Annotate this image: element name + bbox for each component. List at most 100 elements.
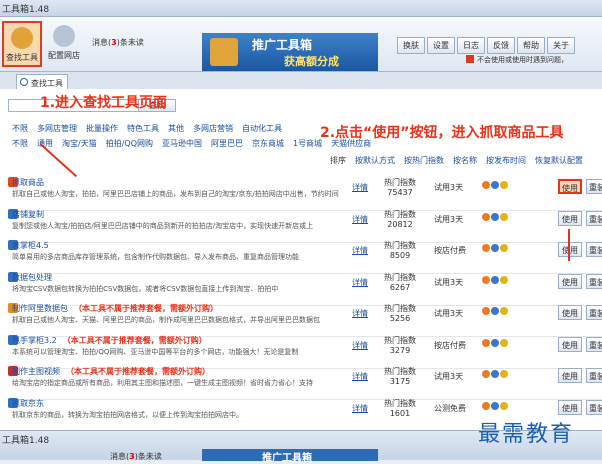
tool-note: （本工具不属于推荐套餐，需额外订购）	[62, 335, 207, 345]
tmall-icon	[500, 370, 508, 378]
close-icon[interactable]	[466, 55, 474, 63]
cat1-featured[interactable]: 特色工具	[127, 124, 159, 133]
reinstall-button[interactable]: 重装	[586, 368, 602, 383]
hot-index: 热门指数 75437	[377, 177, 423, 197]
use-button[interactable]: 使用	[558, 273, 582, 289]
reinstall-button[interactable]: 重装	[586, 210, 602, 226]
hot-index: 热门指数 8509	[377, 240, 423, 260]
tool-name[interactable]: 抓取商品	[12, 177, 50, 188]
tool-name[interactable]: 制作阿里数据包 （本工具不属于推荐套餐，需额外订购）	[12, 303, 218, 314]
detail-link[interactable]: 详情	[352, 308, 368, 319]
cat2-alibaba[interactable]: 阿里巴巴	[211, 139, 243, 148]
promo-banner[interactable]: 推广工具箱 获高额分成	[202, 33, 378, 71]
tool-note: （本工具不属于推荐套餐，需额外订购）	[74, 304, 218, 313]
tmall-icon	[500, 338, 508, 347]
use-button[interactable]: 使用	[558, 305, 582, 320]
detail-link[interactable]: 详情	[352, 214, 368, 225]
use-button[interactable]: 使用	[558, 179, 582, 194]
hot-value: 1601	[389, 408, 411, 418]
hot-index: 热门指数 6267	[377, 272, 423, 292]
annotation-step1: 1.进入查找工具页面	[40, 95, 168, 111]
cat1-marketing[interactable]: 多网店营销	[193, 124, 233, 133]
hot-label: 热门指数	[384, 178, 416, 187]
tool-name[interactable]: 店铺复制	[12, 209, 50, 220]
watermark: 最需教育	[478, 422, 575, 447]
reset-config[interactable]: 恢复默认配置	[535, 156, 583, 165]
sort-date[interactable]: 按发布时间	[486, 156, 526, 165]
tool-name-text: 店铺复制	[12, 209, 44, 219]
tool-name-text: 甩手掌柜3.2	[12, 335, 57, 345]
detail-link[interactable]: 详情	[352, 245, 368, 256]
cat1-all[interactable]: 不限	[12, 124, 28, 133]
tmall-icon	[500, 401, 508, 410]
tool-name-text: 数据包处理	[12, 272, 52, 282]
hot-value: 3175	[389, 377, 411, 386]
cat2-jd[interactable]: 京东商城	[252, 139, 284, 148]
tool-description: 复制您或他人淘宝/拍拍店/阿里巴巴店铺中的商品到新开的拍拍店/淘宝店中，实现快速…	[12, 221, 314, 230]
detail-link[interactable]: 详情	[352, 277, 368, 288]
sort-hot[interactable]: 按热门指数	[404, 156, 444, 165]
reinstall-button[interactable]: 重装	[586, 273, 602, 289]
hot-index: 热门指数 3175	[377, 366, 423, 386]
use-button[interactable]: 使用	[558, 399, 582, 415]
message-link[interactable]: 消息(3)条未读	[92, 37, 144, 48]
reinstall-button[interactable]: 重装	[586, 179, 602, 194]
reinstall-button[interactable]: 重装	[586, 399, 602, 415]
about-button[interactable]: 关于	[547, 37, 575, 54]
cat2-taobao[interactable]: 淘宝/天猫	[62, 139, 97, 148]
tab-find-tool[interactable]: 查找工具	[16, 74, 68, 89]
tool-name[interactable]: 数据包处理	[12, 272, 58, 283]
tool-name[interactable]: 抓取京东	[12, 398, 50, 409]
paipai-icon	[491, 338, 499, 347]
paipai-icon	[491, 212, 499, 221]
use-button[interactable]: 使用	[558, 210, 582, 226]
detail-link[interactable]: 详情	[352, 182, 368, 193]
tool-name[interactable]: 甩手掌柜3.2 （本工具不属于推荐套餐，需额外订购）	[12, 335, 207, 346]
cat1-other[interactable]: 其他	[168, 124, 184, 133]
tool-description: 将淘宝CSV数据包转换为拍拍CSV数据包，或者将CSV数据包直接上传到淘宝、拍拍…	[12, 284, 279, 293]
detail-link[interactable]: 详情	[352, 403, 368, 414]
banner-line2: 获高额分成	[284, 55, 339, 68]
find-tool-button[interactable]: 查找工具	[2, 21, 42, 67]
detail-link[interactable]: 详情	[352, 371, 368, 382]
tmall-icon	[500, 212, 508, 221]
cat2-paipai[interactable]: 拍拍/QQ网购	[106, 139, 153, 148]
paipai-icon	[491, 244, 499, 252]
top-buttons: 换肤 设置 日志 反馈 帮助 关于	[397, 37, 577, 54]
warning-text: 不会使用或使用时遇到问题，	[477, 56, 568, 64]
settings-button[interactable]: 设置	[427, 37, 455, 54]
tool-description: 给淘宝店的指定商品或所有商品，利用其主图和描述图，一键生成主图视频！省时省力省心…	[12, 379, 313, 387]
use-button[interactable]: 使用	[558, 368, 582, 383]
use-button[interactable]: 使用	[558, 242, 582, 257]
detail-link[interactable]: 详情	[352, 340, 368, 351]
sort-default[interactable]: 按默认方式	[355, 156, 395, 165]
help-warning: 不会使用或使用时遇到问题，	[466, 55, 602, 65]
search-tool-icon	[11, 27, 33, 49]
log-button[interactable]: 日志	[457, 37, 485, 54]
feedback-button[interactable]: 反馈	[487, 37, 515, 54]
help-button[interactable]: 帮助	[517, 37, 545, 54]
reinstall-button[interactable]: 重装	[586, 305, 602, 320]
cat2-yhd[interactable]: 1号商城	[293, 139, 322, 148]
platform-badges	[482, 244, 509, 254]
cat2-amazon[interactable]: 亚马逊中国	[162, 139, 202, 148]
category-row-1: 不限 多网店管理 批量操作 特色工具 其他 多网店营销 自动化工具	[12, 123, 291, 134]
cat2-all[interactable]: 不限	[12, 139, 28, 148]
cat1-batch[interactable]: 批量操作	[86, 124, 118, 133]
tool-name[interactable]: 表掌柜4.5	[12, 240, 55, 251]
hot-value: 5256	[389, 314, 411, 323]
taobao-icon	[482, 370, 490, 378]
reinstall-button[interactable]: 重装	[586, 242, 602, 257]
hot-value: 75437	[387, 188, 413, 197]
skin-button[interactable]: 换肤	[397, 37, 425, 54]
cat1-automation[interactable]: 自动化工具	[242, 124, 282, 133]
trial-label: 试用3天	[434, 309, 464, 318]
use-button[interactable]: 使用	[558, 336, 582, 352]
sort-name[interactable]: 按名称	[453, 156, 477, 165]
tool-name[interactable]: 制作主图视频 （本工具不属于推荐套餐，需额外订购）	[12, 366, 210, 377]
cat1-multi-shop[interactable]: 多网店管理	[37, 124, 77, 133]
tmall-icon	[500, 275, 508, 284]
main-toolbar: 查找工具 配置网店 消息(3)条未读 推广工具箱 获高额分成 换肤 设置 日志 反馈帮…	[0, 17, 602, 72]
config-shop-button[interactable]: 配置网店	[44, 21, 84, 67]
reinstall-button[interactable]: 重装	[586, 336, 602, 352]
